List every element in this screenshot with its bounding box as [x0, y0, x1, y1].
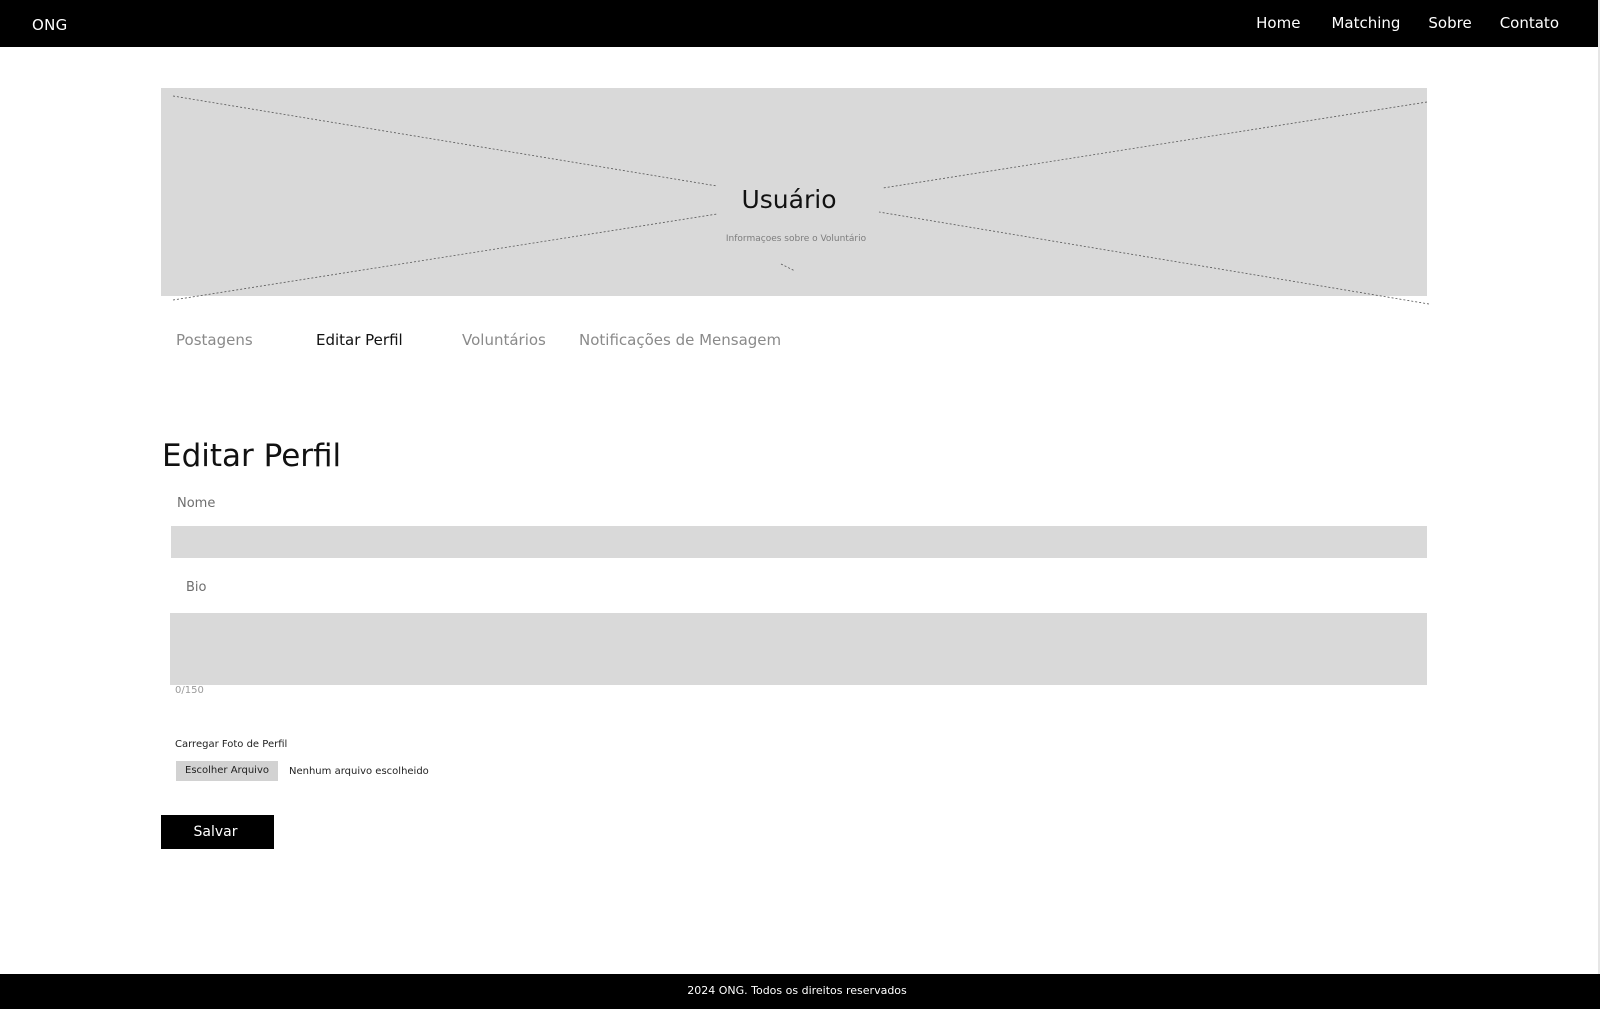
nav-link-contato[interactable]: Contato [1500, 12, 1559, 34]
page: ONG Home Matching Sobre Contato Usuário … [0, 0, 1600, 1009]
brand-logo[interactable]: ONG [32, 16, 68, 34]
nav-link-matching[interactable]: Matching [1331, 12, 1400, 34]
tab-editar-perfil[interactable]: Editar Perfil [316, 330, 403, 350]
save-button[interactable]: Salvar [161, 815, 274, 849]
tab-notificacoes[interactable]: Notificações de Mensagem [579, 330, 781, 350]
main-nav: Home Matching Sobre Contato [1256, 12, 1559, 34]
tab-voluntarios[interactable]: Voluntários [462, 330, 546, 350]
upload-photo-label: Carregar Foto de Perfil [175, 739, 288, 750]
footer-copyright: 2024 ONG. Todos os direitos reservados [687, 984, 907, 997]
bio-textarea[interactable] [170, 613, 1427, 685]
tab-postagens[interactable]: Postagens [176, 330, 253, 350]
top-navbar: ONG Home Matching Sobre Contato [0, 0, 1600, 47]
bio-label: Bio [186, 580, 207, 595]
profile-username: Usuário [741, 185, 837, 214]
choose-file-button[interactable]: Escolher Arquivo [176, 761, 278, 781]
file-status-text: Nenhum arquivo escolheido [289, 766, 429, 777]
footer: 2024 ONG. Todos os direitos reservados [0, 974, 1600, 1009]
name-label: Nome [177, 496, 216, 511]
nav-link-sobre[interactable]: Sobre [1428, 12, 1471, 34]
bio-character-counter: 0/150 [175, 685, 204, 696]
profile-hero-image-placeholder: Usuário Informaçoes sobre o Voluntário [161, 88, 1430, 305]
name-field[interactable] [171, 526, 1427, 558]
profile-subtitle: Informaçoes sobre o Voluntário [725, 234, 867, 244]
page-title: Editar Perfil [162, 438, 342, 474]
nav-link-home[interactable]: Home [1256, 12, 1300, 34]
